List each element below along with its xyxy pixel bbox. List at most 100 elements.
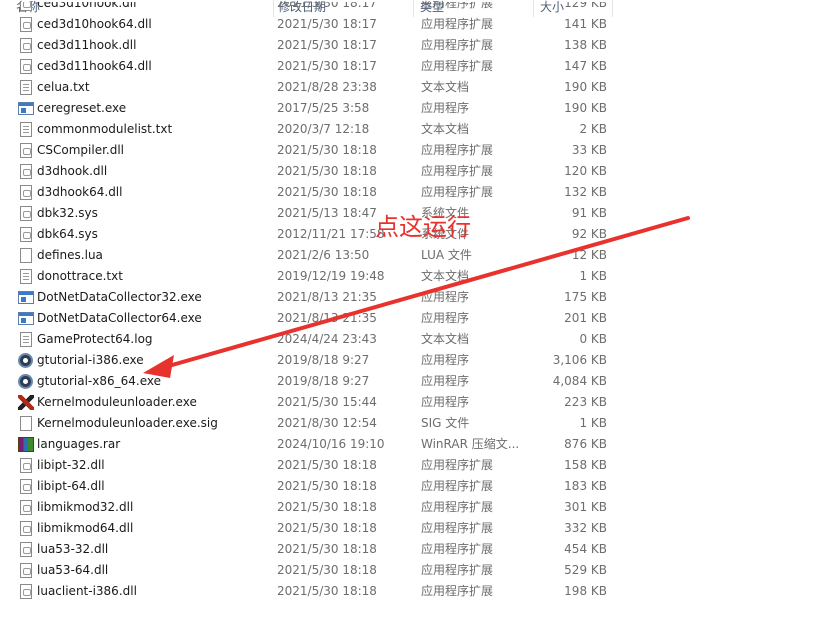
file-name: GameProtect64.log xyxy=(37,332,153,346)
file-type: 应用程序扩展 xyxy=(421,458,494,472)
file-size: 454 KB xyxy=(564,542,607,556)
file-date: 2024/4/24 23:43 xyxy=(277,332,377,346)
file-type: SIG 文件 xyxy=(421,416,470,430)
text-file-icon xyxy=(20,332,32,347)
file-type: 文本文档 xyxy=(421,80,470,94)
file-size: 12 KB xyxy=(571,248,607,262)
file-size: 190 KB xyxy=(564,80,607,94)
file-name: ced3d11hook64.dll xyxy=(37,59,152,73)
file-size: 301 KB xyxy=(564,500,607,514)
file-date: 2021/8/30 12:54 xyxy=(277,416,377,430)
file-type: 应用程序 xyxy=(421,374,470,388)
file-date: 2021/5/13 18:47 xyxy=(277,206,377,220)
file-date: 2021/5/30 18:18 xyxy=(277,164,377,178)
file-type: 应用程序扩展 xyxy=(421,2,494,10)
file-name: DotNetDataCollector32.exe xyxy=(37,290,202,304)
file-row[interactable]: DotNetDataCollector32.exe 2021/8/13 21:35… xyxy=(0,287,829,308)
file-name: d3dhook64.dll xyxy=(37,185,123,199)
file-date: 2021/5/30 18:18 xyxy=(277,500,377,514)
file-row[interactable]: ced3d11hook64.dll 2021/5/30 18:17 应用程序扩展 14… xyxy=(0,56,829,77)
file-type: 文本文档 xyxy=(421,332,470,346)
file-list: ced3d10hook.dll 2021/5/30 18:17 应用程序扩展 1… xyxy=(0,2,829,602)
file-date: 2019/8/18 9:27 xyxy=(277,374,370,388)
file-row[interactable]: d3dhook.dll 2021/5/30 18:18 应用程序扩展 120 KB xyxy=(0,161,829,182)
file-date: 2021/5/30 18:18 xyxy=(277,458,377,472)
file-name: libipt-32.dll xyxy=(37,458,105,472)
gear-app-icon xyxy=(18,353,33,368)
file-type: 文本文档 xyxy=(421,122,470,136)
text-file-icon xyxy=(20,80,32,95)
file-row[interactable]: languages.rar 2024/10/16 19:10 WinRAR 压缩文.… xyxy=(0,434,829,455)
file-row[interactable]: luaclient-i386.dll 2021/5/30 18:18 应用程序扩展 1… xyxy=(0,581,829,602)
file-size: 1 KB xyxy=(579,269,607,283)
file-date: 2021/5/30 18:18 xyxy=(277,143,377,157)
file-date: 2021/5/30 18:17 xyxy=(277,59,377,73)
file-name: DotNetDataCollector64.exe xyxy=(37,311,202,325)
dll-file-icon xyxy=(20,563,32,578)
file-size: 141 KB xyxy=(564,17,607,31)
file-name: d3dhook.dll xyxy=(37,164,108,178)
file-name: commonmodulelist.txt xyxy=(37,122,173,136)
dll-file-icon xyxy=(20,458,32,473)
file-type: 应用程序 xyxy=(421,311,470,325)
file-row[interactable]: gtutorial-i386.exe 2019/8/18 9:27 应用程序 3,10… xyxy=(0,350,829,371)
file-row[interactable]: ced3d11hook.dll 2021/5/30 18:17 应用程序扩展 138 … xyxy=(0,35,829,56)
file-row[interactable]: gtutorial-x86_64.exe 2019/8/18 9:27 应用程序 4,… xyxy=(0,371,829,392)
file-row[interactable]: defines.lua 2021/2/6 13:50 LUA 文件 12 KB xyxy=(0,245,829,266)
file-row[interactable]: libipt-32.dll 2021/5/30 18:18 应用程序扩展 158 KB xyxy=(0,455,829,476)
dll-file-icon xyxy=(20,17,32,32)
file-date: 2021/5/30 18:17 xyxy=(277,2,377,10)
dll-file-icon xyxy=(20,185,32,200)
file-type: 应用程序 xyxy=(421,101,470,115)
file-size: 0 KB xyxy=(579,332,607,346)
file-type: 应用程序扩展 xyxy=(421,164,494,178)
file-row[interactable]: Kernelmoduleunloader.exe 2021/5/30 15:44 应… xyxy=(0,392,829,413)
file-row[interactable]: commonmodulelist.txt 2020/3/7 12:18 文本文档 2 … xyxy=(0,119,829,140)
blank-file-icon xyxy=(20,416,32,431)
file-row[interactable]: libmikmod64.dll 2021/5/30 18:18 应用程序扩展 332 … xyxy=(0,518,829,539)
dll-file-icon xyxy=(20,227,32,242)
file-row[interactable]: libmikmod32.dll 2021/5/30 18:18 应用程序扩展 301 … xyxy=(0,497,829,518)
file-row-partial[interactable]: ced3d10hook.dll 2021/5/30 18:17 应用程序扩展 1… xyxy=(0,2,829,14)
file-size: 1 KB xyxy=(579,416,607,430)
file-row[interactable]: Kernelmoduleunloader.exe.sig 2021/8/30 12… xyxy=(0,413,829,434)
file-name: languages.rar xyxy=(37,437,121,451)
text-file-icon xyxy=(20,269,32,284)
file-type: 应用程序扩展 xyxy=(421,17,494,31)
file-row[interactable]: lua53-32.dll 2021/5/30 18:18 应用程序扩展 454 KB xyxy=(0,539,829,560)
file-date: 2017/5/25 3:58 xyxy=(277,101,370,115)
dll-file-icon xyxy=(20,2,32,11)
file-name: Kernelmoduleunloader.exe xyxy=(37,395,197,409)
file-name: celua.txt xyxy=(37,80,90,94)
file-size: 332 KB xyxy=(564,521,607,535)
file-row[interactable]: libipt-64.dll 2021/5/30 18:18 应用程序扩展 183 KB xyxy=(0,476,829,497)
exe-app-icon xyxy=(18,312,34,325)
file-type: 应用程序扩展 xyxy=(421,521,494,535)
file-size: 183 KB xyxy=(564,479,607,493)
file-date: 2019/8/18 9:27 xyxy=(277,353,370,367)
file-row[interactable]: donottrace.txt 2019/12/19 19:48 文本文档 1 KB xyxy=(0,266,829,287)
file-row[interactable]: d3dhook64.dll 2021/5/30 18:18 应用程序扩展 132 KB xyxy=(0,182,829,203)
file-date: 2021/5/30 18:18 xyxy=(277,563,377,577)
file-row[interactable]: DotNetDataCollector64.exe 2021/8/13 21:35… xyxy=(0,308,829,329)
file-date: 2021/8/13 21:35 xyxy=(277,290,377,304)
file-row[interactable]: lua53-64.dll 2021/5/30 18:18 应用程序扩展 529 KB xyxy=(0,560,829,581)
file-row[interactable]: celua.txt 2021/8/28 23:38 文本文档 190 KB xyxy=(0,77,829,98)
file-row[interactable]: CSCompiler.dll 2021/5/30 18:18 应用程序扩展 33 KB xyxy=(0,140,829,161)
file-name: dbk32.sys xyxy=(37,206,98,220)
file-size: 147 KB xyxy=(564,59,607,73)
file-size: 92 KB xyxy=(571,227,607,241)
exe-app-icon xyxy=(18,102,34,115)
file-date: 2021/5/30 18:18 xyxy=(277,521,377,535)
file-row[interactable]: ceregreset.exe 2017/5/25 3:58 应用程序 190 KB xyxy=(0,98,829,119)
file-type: LUA 文件 xyxy=(421,248,472,262)
file-date: 2021/2/6 13:50 xyxy=(277,248,370,262)
file-date: 2021/5/30 18:18 xyxy=(277,584,377,598)
file-row[interactable]: ced3d10hook64.dll 2021/5/30 18:17 应用程序扩展 14… xyxy=(0,14,829,35)
file-size: 876 KB xyxy=(564,437,607,451)
file-size: 33 KB xyxy=(571,143,607,157)
file-row[interactable]: GameProtect64.log 2024/4/24 23:43 文本文档 0 KB xyxy=(0,329,829,350)
dll-file-icon xyxy=(20,143,32,158)
file-size: 91 KB xyxy=(571,206,607,220)
file-size: 3,106 KB xyxy=(552,353,607,367)
